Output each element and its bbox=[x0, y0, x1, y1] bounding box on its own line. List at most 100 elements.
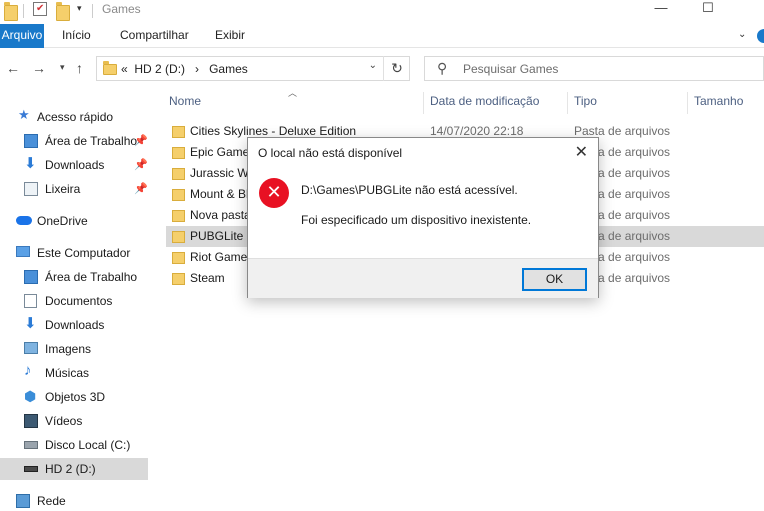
search-icon: ⚲ bbox=[437, 60, 448, 76]
sidebar-item-label: Área de Trabalho bbox=[45, 134, 138, 148]
video-icon bbox=[24, 414, 38, 428]
dialog-message-primary: D:\Games\PUBGLite não está acessível. bbox=[301, 183, 518, 197]
computer-icon bbox=[16, 246, 30, 257]
sidebar-item-hd-2-d[interactable]: HD 2 (D:) bbox=[0, 458, 148, 480]
document-icon bbox=[24, 294, 37, 308]
sidebar-item-imagens[interactable]: Imagens bbox=[0, 338, 148, 360]
tab-exibir[interactable]: Exibir bbox=[215, 24, 245, 48]
address-dropdown-icon[interactable]: ⌄ bbox=[369, 60, 377, 71]
refresh-button[interactable]: ↻ bbox=[383, 56, 410, 81]
music-icon: ♪ bbox=[24, 362, 32, 379]
breadcrumb-drive[interactable]: HD 2 (D:) bbox=[134, 62, 185, 76]
folder-icon bbox=[172, 147, 185, 159]
sidebar-item-este-computador[interactable]: Este Computador bbox=[0, 242, 148, 264]
star-icon: ★ bbox=[18, 107, 30, 122]
column-divider[interactable] bbox=[567, 92, 568, 114]
navigation-pane: ★ Acesso rápido Área de Trabalho 📌 ⬇ Dow… bbox=[0, 96, 150, 511]
sidebar-item-label: Imagens bbox=[45, 342, 92, 356]
breadcrumb-separator[interactable]: › bbox=[195, 62, 199, 76]
sidebar-item-label: Área de Trabalho bbox=[45, 270, 138, 284]
sidebar-item-label: Downloads bbox=[45, 158, 105, 172]
help-icon[interactable] bbox=[757, 29, 764, 43]
expand-ribbon-icon[interactable]: ⌄ bbox=[738, 29, 746, 40]
dialog-footer: OK bbox=[248, 258, 598, 298]
folder-icon bbox=[172, 231, 185, 243]
folder-icon bbox=[172, 189, 185, 201]
pin-icon[interactable]: 📌 bbox=[134, 130, 148, 152]
sidebar-item-disco-local-c[interactable]: Disco Local (C:) bbox=[0, 434, 148, 456]
recent-locations-icon[interactable]: ▾ bbox=[60, 62, 65, 73]
divider bbox=[92, 4, 93, 18]
error-dialog: O local não está disponível ✕ ✕ D:\Games… bbox=[247, 137, 599, 298]
column-divider[interactable] bbox=[423, 92, 424, 114]
sidebar-item-label: Este Computador bbox=[37, 246, 131, 260]
network-icon bbox=[16, 494, 30, 508]
file-name: Epic Games bbox=[190, 145, 256, 159]
sidebar-item-musicas[interactable]: ♪ Músicas bbox=[0, 362, 148, 384]
new-folder-icon[interactable] bbox=[56, 2, 70, 21]
tab-arquivo[interactable]: Arquivo bbox=[0, 24, 44, 48]
pin-icon[interactable]: 📌 bbox=[134, 178, 148, 200]
file-name: PUBGLite bbox=[190, 229, 244, 243]
customize-toolbar-icon[interactable]: ▾ bbox=[77, 3, 82, 19]
forward-icon[interactable]: → bbox=[32, 60, 46, 76]
sidebar-item-downloads[interactable]: ⬇ Downloads bbox=[0, 314, 148, 336]
pin-icon[interactable]: 📌 bbox=[134, 154, 148, 176]
column-header-name[interactable]: Nome bbox=[169, 94, 201, 108]
sidebar-item-label: OneDrive bbox=[37, 214, 88, 228]
sidebar-item-downloads-pinned[interactable]: ⬇ Downloads 📌 bbox=[0, 154, 148, 176]
sidebar-item-rede[interactable]: Rede bbox=[0, 490, 148, 511]
search-box[interactable]: ⚲ Pesquisar Games bbox=[424, 56, 764, 81]
pictures-icon bbox=[24, 342, 38, 354]
dialog-title: O local não está disponível bbox=[258, 146, 403, 160]
address-bar[interactable]: « HD 2 (D:) › Games ⌄ bbox=[96, 56, 410, 81]
breadcrumb: « HD 2 (D:) › Games bbox=[121, 62, 248, 76]
ribbon-tabs: Arquivo Início Compartilhar Exibir ⌄ bbox=[0, 24, 764, 48]
properties-icon[interactable]: ✔ bbox=[33, 2, 47, 16]
tab-compartilhar[interactable]: Compartilhar bbox=[120, 24, 189, 48]
sort-ascending-icon: ︿ bbox=[288, 88, 298, 98]
column-divider[interactable] bbox=[687, 92, 688, 114]
sidebar-item-area-de-trabalho-pinned[interactable]: Área de Trabalho 📌 bbox=[0, 130, 148, 152]
sidebar-item-label: Vídeos bbox=[45, 414, 83, 428]
error-icon: ✕ bbox=[259, 178, 289, 208]
folder-icon bbox=[172, 252, 185, 264]
file-name: Nova pasta bbox=[190, 208, 251, 222]
minimize-button[interactable]: — bbox=[641, 0, 681, 18]
download-icon: ⬇ bbox=[24, 155, 37, 172]
search-input[interactable]: Pesquisar Games bbox=[463, 62, 558, 76]
cloud-icon bbox=[16, 216, 32, 225]
file-name: Steam bbox=[190, 271, 225, 285]
column-header-size[interactable]: Tamanho bbox=[694, 94, 743, 108]
sidebar-item-area-de-trabalho[interactable]: Área de Trabalho bbox=[0, 266, 148, 288]
close-icon[interactable]: ✕ bbox=[575, 142, 588, 162]
sidebar-item-acesso-rapido[interactable]: ★ Acesso rápido bbox=[0, 106, 148, 128]
sidebar-item-onedrive[interactable]: OneDrive bbox=[0, 210, 148, 232]
sidebar-item-documentos[interactable]: Documentos bbox=[0, 290, 148, 312]
sidebar-item-lixeira[interactable]: Lixeira 📌 bbox=[0, 178, 148, 200]
cube-icon: ⬢ bbox=[24, 388, 37, 404]
breadcrumb-overflow[interactable]: « bbox=[121, 62, 128, 76]
maximize-button[interactable]: ☐ bbox=[688, 0, 728, 18]
sidebar-item-label: Disco Local (C:) bbox=[45, 438, 131, 452]
up-icon[interactable]: ↑ bbox=[76, 60, 83, 76]
column-header-type[interactable]: Tipo bbox=[574, 94, 597, 108]
sidebar-item-label: Lixeira bbox=[45, 182, 81, 196]
recycle-bin-icon bbox=[24, 182, 38, 196]
drive-icon bbox=[24, 466, 38, 472]
folder-icon bbox=[4, 2, 18, 21]
title-bar: ✔ ▾ Games — ☐ bbox=[0, 0, 764, 22]
sidebar-item-objetos-3d[interactable]: ⬢ Objetos 3D bbox=[0, 386, 148, 408]
breadcrumb-folder[interactable]: Games bbox=[209, 62, 248, 76]
folder-icon bbox=[172, 210, 185, 222]
navigation-bar: ← → ▾ ↑ « HD 2 (D:) › Games ⌄ ↻ ⚲ Pesqui… bbox=[0, 52, 764, 84]
divider bbox=[23, 4, 24, 18]
sidebar-item-videos[interactable]: Vídeos bbox=[0, 410, 148, 432]
ok-button[interactable]: OK bbox=[522, 268, 587, 291]
back-icon[interactable]: ← bbox=[6, 60, 20, 76]
sidebar-item-label: Documentos bbox=[45, 294, 113, 308]
tab-inicio[interactable]: Início bbox=[62, 24, 91, 48]
column-header-date[interactable]: Data de modificação bbox=[430, 94, 539, 108]
sidebar-item-label: Acesso rápido bbox=[37, 110, 114, 124]
folder-icon bbox=[172, 126, 185, 138]
